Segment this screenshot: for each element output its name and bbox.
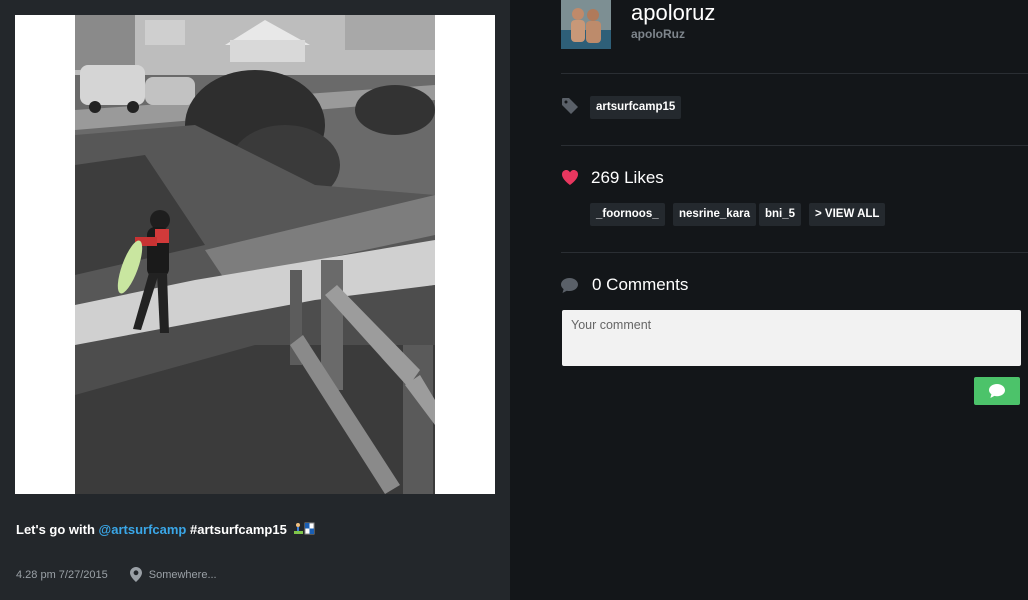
- caption-mention-link[interactable]: @artsurfcamp: [99, 522, 187, 537]
- likes-count[interactable]: 269 Likes: [591, 168, 664, 188]
- post-location[interactable]: Somewhere...: [129, 567, 217, 582]
- photo-frame: [15, 15, 495, 494]
- post-details-panel: apoloruz apoloRuz artsurfcamp15 269 Like…: [510, 0, 1028, 600]
- liker-chip[interactable]: _foornoos_: [590, 203, 665, 226]
- avatar[interactable]: [561, 0, 611, 49]
- caption-hashtag-link[interactable]: #artsurfcamp15: [190, 522, 287, 537]
- divider: [561, 73, 1028, 74]
- speech-bubble-icon: [561, 278, 578, 293]
- view-all-likers-button[interactable]: > VIEW ALL: [809, 203, 886, 226]
- comments-count: 0 Comments: [592, 275, 689, 294]
- heart-icon[interactable]: [562, 170, 578, 185]
- divider: [561, 252, 1028, 253]
- tag-chip[interactable]: artsurfcamp15: [590, 96, 682, 119]
- post-photo[interactable]: [75, 15, 435, 494]
- liker-chip[interactable]: nesrine_kara: [673, 203, 756, 226]
- caption-text: Let's go with: [16, 522, 99, 537]
- post-caption: Let's go with @artsurfcamp #artsurfcamp1…: [16, 522, 315, 537]
- speech-bubble-icon: [989, 384, 1005, 398]
- send-comment-button[interactable]: [974, 377, 1020, 405]
- location-label: Somewhere...: [148, 568, 217, 581]
- tag-icon: [562, 98, 578, 114]
- surfer-flag-emoji-icon: [293, 522, 315, 535]
- location-pin-icon: [129, 567, 142, 582]
- profile-username[interactable]: apoloruz: [631, 0, 715, 26]
- post-meta: 4.28 pm 7/27/2015 Somewhere...: [16, 567, 217, 582]
- divider: [561, 145, 1028, 146]
- post-timestamp: 4.28 pm 7/27/2015: [16, 568, 108, 581]
- post-media-panel: Let's go with @artsurfcamp #artsurfcamp1…: [0, 0, 510, 600]
- comment-input[interactable]: [562, 310, 1021, 366]
- liker-chip[interactable]: bni_5: [759, 203, 802, 226]
- profile-handle[interactable]: apoloRuz: [631, 27, 685, 41]
